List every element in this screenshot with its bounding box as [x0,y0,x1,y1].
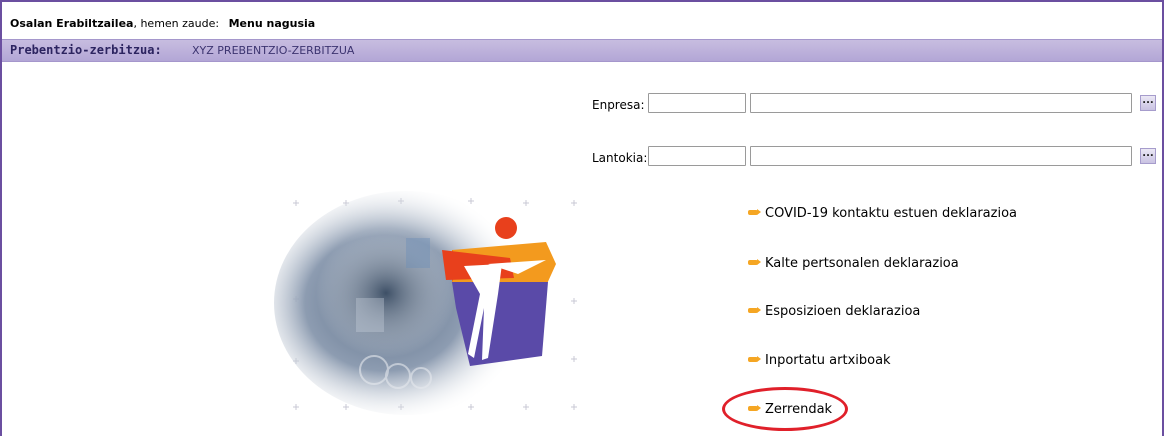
hero-illustration [274,191,577,415]
ellipsis-icon: ... [1142,148,1154,159]
service-label: Prebentzio-zerbitzua: [10,43,162,57]
company-name-input[interactable] [750,93,1132,113]
link-import-files[interactable]: Inportatu artxiboak [748,353,891,368]
highlight-circle [722,387,848,431]
company-label: Enpresa: [592,98,645,112]
workplace-lookup-button[interactable]: ... [1140,148,1156,164]
workplace-name-input[interactable] [750,146,1132,166]
link-exposure-declaration[interactable]: Esposizioen deklarazioa [748,304,920,319]
link-label: Esposizioen deklarazioa [765,304,921,319]
photo-collage-core [316,228,456,358]
arrow-bullet-icon [748,209,761,215]
link-label: Kalte pertsonalen deklarazioa [765,256,959,271]
location-text: , hemen zaude: [133,17,220,30]
service-bar: Prebentzio-zerbitzua: XYZ PREBENTZIO-ZER… [2,39,1162,62]
link-label: COVID-19 kontaktu estuen deklarazioa [765,206,1018,221]
breadcrumb-main-menu[interactable]: Menu nagusia [229,17,316,30]
link-personal-damage-declaration[interactable]: Kalte pertsonalen deklarazioa [748,256,959,271]
service-value: XYZ PREBENTZIO-ZERBITZUA [192,44,355,57]
company-lookup-button[interactable]: ... [1140,95,1156,111]
user-name: Osalan Erabiltzailea [10,17,134,30]
location-line: Osalan Erabiltzailea, hemen zaude: Menu … [10,17,315,30]
header-bar: Osalan Erabiltzailea, hemen zaude: Menu … [2,2,1162,39]
link-covid-declaration[interactable]: COVID-19 kontaktu estuen deklarazioa [748,206,1017,221]
workplace-label: Lantokia: [592,151,648,165]
arrow-bullet-icon [748,356,761,362]
arrow-bullet-icon [748,259,761,265]
workplace-code-input[interactable] [648,146,746,166]
link-label: Inportatu artxiboak [765,353,891,368]
ellipsis-icon: ... [1142,95,1154,106]
arrow-bullet-icon [748,307,761,313]
company-code-input[interactable] [648,93,746,113]
